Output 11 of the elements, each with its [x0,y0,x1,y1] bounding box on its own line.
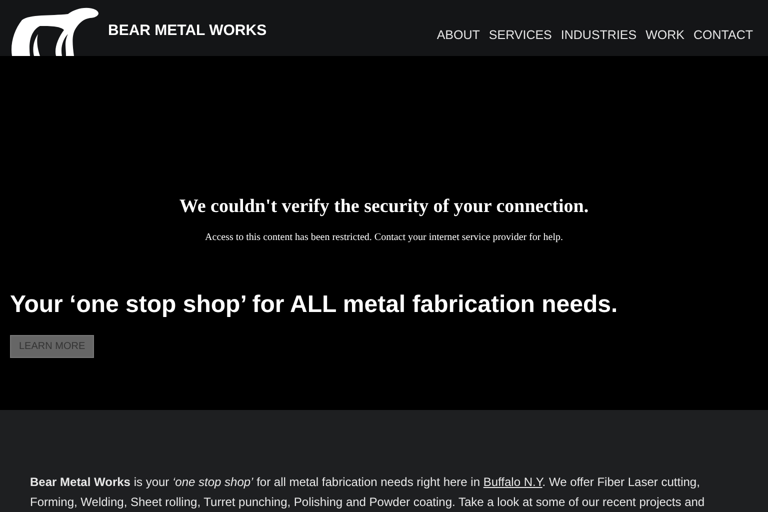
hero-headline: Your ‘one stop shop’ for ALL metal fabrication needs. [10,290,619,320]
intro-paragraph: Bear Metal Works is your ‘one stop shop’ for all metal fabrication needs right here in Buffalo N.Y. We offer Fiber Laser cutting, Forming, Welding, Sheet rolling, Turret punching, Polishing and Powder coating. Take a look at some of our recent projects and [30,474,706,511]
error-title: We couldn't verify the security of your connection. [179,195,589,219]
brand-name: BEAR METAL WORKS [108,20,267,40]
nav-link[interactable]: WORK [646,26,684,45]
nav-link[interactable]: CONTACT [694,26,753,45]
location-link[interactable]: Buffalo N.Y [483,475,542,489]
error-message: Access to this content has been restricted. Contact your internet service provider for help. [205,230,563,244]
nav-link[interactable]: ABOUT [436,26,480,45]
nav-link[interactable]: INDUSTRIES [560,26,637,45]
nav-link[interactable]: SERVICES [488,26,552,45]
